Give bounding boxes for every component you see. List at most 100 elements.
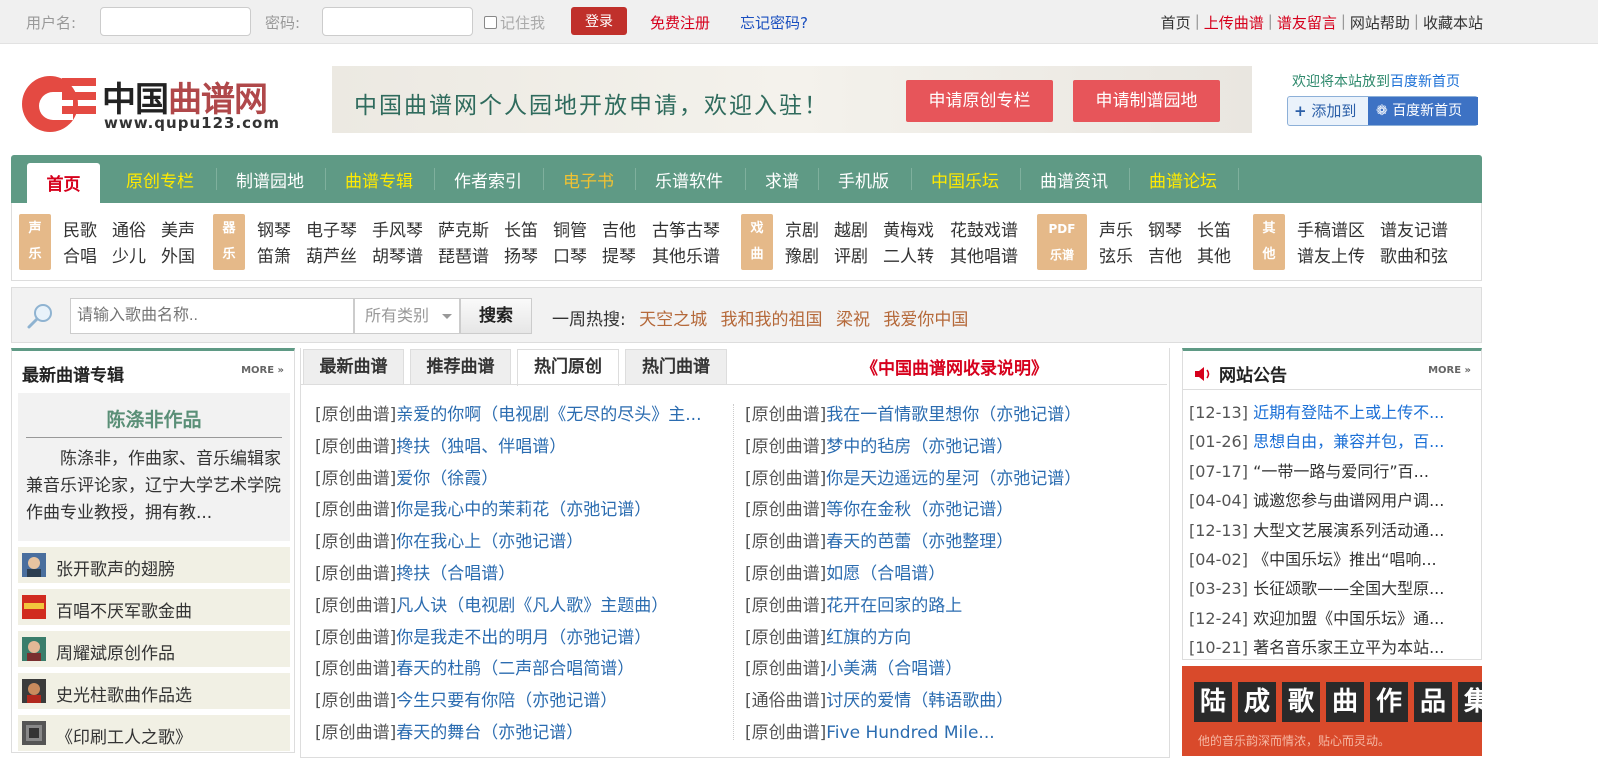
- username-input[interactable]: [100, 7, 251, 36]
- cat-pdf-piano[interactable]: 钢琴: [1148, 216, 1182, 241]
- score-category[interactable]: [原创曲谱]: [745, 564, 826, 584]
- score-title[interactable]: 讨厌的爱情（韩语歌曲）: [826, 691, 1013, 711]
- score-item[interactable]: [原创曲谱]亲爱的你啊（电视剧《无尽的尽头》主...: [315, 400, 701, 425]
- nav-news[interactable]: 曲谱资讯: [1040, 167, 1108, 192]
- score-item[interactable]: [原创曲谱]Five Hundred Mile...: [745, 718, 995, 743]
- score-title[interactable]: 搀扶（合唱谱）: [396, 564, 515, 584]
- nav-albums[interactable]: 曲谱专辑: [345, 167, 413, 192]
- album-item[interactable]: 周耀斌原创作品: [18, 631, 290, 667]
- score-item[interactable]: [原创曲谱]等你在金秋（亦弛记谱）: [745, 495, 1013, 520]
- score-item[interactable]: [原创曲谱]搀扶（独唱、伴唱谱）: [315, 432, 566, 457]
- more-link[interactable]: MORE »: [1428, 365, 1471, 376]
- checkbox-icon[interactable]: [484, 16, 497, 29]
- score-category[interactable]: [原创曲谱]: [315, 500, 396, 520]
- score-title[interactable]: Five Hundred Mile...: [826, 723, 994, 743]
- hot-item[interactable]: 梁祝: [836, 310, 870, 330]
- cat-pdf-other[interactable]: 其他: [1197, 242, 1231, 267]
- cat-violin[interactable]: 提琴: [602, 242, 636, 267]
- announcement-item[interactable]: [12-13] 近期有登陆不上或上传不...: [1189, 399, 1479, 423]
- score-item[interactable]: [原创曲谱]你在我心上（亦弛记谱）: [315, 527, 583, 552]
- remember-checkbox[interactable]: 记住我: [484, 12, 545, 33]
- nav-ebooks[interactable]: 电子书: [563, 167, 614, 192]
- score-title[interactable]: 凡人诀（电视剧《凡人歌》主题曲）: [396, 596, 668, 616]
- top-link-help[interactable]: 网站帮助: [1350, 12, 1410, 33]
- score-category[interactable]: [原创曲谱]: [315, 437, 396, 457]
- score-category[interactable]: [原创曲谱]: [745, 532, 826, 552]
- top-link-guestbook[interactable]: 谱友留言: [1277, 12, 1337, 33]
- cat-folk[interactable]: 民歌: [63, 216, 97, 241]
- announcement-title[interactable]: 长征颂歌——全国大型原...: [1253, 579, 1444, 598]
- score-category[interactable]: [原创曲谱]: [745, 437, 826, 457]
- tab-recommended[interactable]: 推荐曲谱: [410, 349, 511, 384]
- cat-accordion[interactable]: 手风琴: [372, 216, 423, 241]
- announcement-item[interactable]: [12-24] 欢迎加盟《中国乐坛》通...: [1189, 605, 1479, 629]
- score-category[interactable]: [原创曲谱]: [315, 659, 396, 679]
- cat-pdf-flute[interactable]: 长笛: [1197, 216, 1231, 241]
- cat-huqin[interactable]: 胡琴谱: [372, 242, 423, 267]
- hot-item[interactable]: 我爱你中国: [883, 310, 968, 330]
- apply-original-column-button[interactable]: 申请原创专栏: [906, 80, 1053, 122]
- announcement-item[interactable]: [03-23] 长征颂歌——全国大型原...: [1189, 575, 1479, 599]
- search-input[interactable]: [70, 298, 354, 334]
- cat-hulusi[interactable]: 葫芦丝: [306, 242, 357, 267]
- score-item[interactable]: [原创曲谱]我在一首情歌里想你（亦弛记谱）: [745, 400, 1081, 425]
- announcement-title[interactable]: 《中国乐坛》推出“唱响...: [1253, 550, 1437, 569]
- cat-chorus[interactable]: 合唱: [63, 242, 97, 267]
- score-item[interactable]: [原创曲谱]红旗的方向: [745, 623, 911, 648]
- score-item[interactable]: [原创曲谱]你是我走不出的明月（亦弛记谱）: [315, 623, 651, 648]
- score-title[interactable]: 梦中的毡房（亦弛记谱）: [826, 437, 1013, 457]
- cat-errenzhuan[interactable]: 二人转: [883, 242, 934, 267]
- announcement-title[interactable]: 近期有登陆不上或上传不...: [1253, 403, 1444, 422]
- score-item[interactable]: [原创曲谱]春天的杜鹃（二声部合唱简谱）: [315, 654, 634, 679]
- cat-foreign[interactable]: 外国: [161, 242, 195, 267]
- add-to-baidu-button[interactable]: + 添加到 ❁ 百度新首页: [1287, 96, 1478, 126]
- cat-user-upload[interactable]: 谱友上传: [1297, 242, 1365, 267]
- album-item[interactable]: 《印刷工人之歌》: [18, 715, 290, 751]
- score-category[interactable]: [原创曲谱]: [315, 405, 396, 425]
- score-item[interactable]: [原创曲谱]梦中的毡房（亦弛记谱）: [745, 432, 1013, 457]
- more-link[interactable]: MORE »: [241, 365, 284, 376]
- top-link-home[interactable]: 首页: [1161, 12, 1191, 33]
- score-title[interactable]: 春天的杜鹃（二声部合唱简谱）: [396, 659, 634, 679]
- score-item[interactable]: [原创曲谱]凡人诀（电视剧《凡人歌》主题曲）: [315, 591, 668, 616]
- song-collection-ad[interactable]: 陆成歌曲作品集 他的音乐韵深而情浓，贴心而灵动。: [1182, 666, 1482, 756]
- cat-guzheng[interactable]: 古筝古琴: [652, 216, 720, 241]
- cat-manuscript[interactable]: 手稿谱区: [1297, 216, 1365, 241]
- score-item[interactable]: [原创曲谱]今生只要有你陪（亦弛记谱）: [315, 686, 617, 711]
- cat-other-opera[interactable]: 其他唱谱: [950, 242, 1018, 267]
- score-category[interactable]: [原创曲谱]: [315, 723, 396, 743]
- inclusion-notice-link[interactable]: 《中国曲谱网收录说明》: [861, 354, 1048, 379]
- score-title[interactable]: 春天的舞台（亦弛记谱）: [396, 723, 583, 743]
- score-item[interactable]: [原创曲谱]你是我心中的茉莉花（亦弛记谱）: [315, 495, 651, 520]
- score-category[interactable]: [原创曲谱]: [745, 596, 826, 616]
- hot-item[interactable]: 我和我的祖国: [721, 310, 823, 330]
- score-category[interactable]: [原创曲谱]: [745, 723, 826, 743]
- score-category[interactable]: [通俗曲谱]: [745, 691, 826, 711]
- apply-score-garden-button[interactable]: 申请制谱园地: [1073, 80, 1220, 122]
- score-item[interactable]: [原创曲谱]花开在回家的路上: [745, 591, 962, 616]
- score-title[interactable]: 你是我走不出的明月（亦弛记谱）: [396, 628, 651, 648]
- tab-hot-scores[interactable]: 热门曲谱: [625, 349, 727, 384]
- announcement-title[interactable]: 著名音乐家王立平为本站...: [1253, 638, 1444, 657]
- cat-ping[interactable]: 评剧: [834, 242, 868, 267]
- announcement-title[interactable]: 思想自由，兼容并包，百...: [1253, 432, 1444, 451]
- score-category[interactable]: [原创曲谱]: [745, 469, 826, 489]
- cat-flute[interactable]: 长笛: [504, 216, 538, 241]
- top-link-favorite[interactable]: 收藏本站: [1423, 12, 1483, 33]
- hot-item[interactable]: 天空之城: [639, 310, 707, 330]
- top-link-upload[interactable]: 上传曲谱: [1204, 12, 1264, 33]
- password-input[interactable]: [322, 7, 473, 36]
- cat-dizi[interactable]: 笛箫: [257, 242, 291, 267]
- announcement-title[interactable]: “一带一路与爱同行”百...: [1253, 462, 1429, 481]
- album-item[interactable]: 张开歌声的翅膀: [18, 547, 290, 583]
- score-title[interactable]: 如愿（合唱谱）: [826, 564, 945, 584]
- cat-harmonica[interactable]: 口琴: [553, 242, 587, 267]
- announcement-title[interactable]: 诚邀您参与曲谱网用户调...: [1253, 491, 1444, 510]
- score-title[interactable]: 你在我心上（亦弛记谱）: [396, 532, 583, 552]
- score-category[interactable]: [原创曲谱]: [315, 628, 396, 648]
- nav-request[interactable]: 求谱: [765, 167, 799, 192]
- cat-pdf-guitar[interactable]: 吉他: [1148, 242, 1182, 267]
- cat-yangqin[interactable]: 扬琴: [504, 242, 538, 267]
- site-logo[interactable]: 中国曲谱网 www.qupu123.com: [22, 72, 292, 134]
- score-title[interactable]: 红旗的方向: [826, 628, 911, 648]
